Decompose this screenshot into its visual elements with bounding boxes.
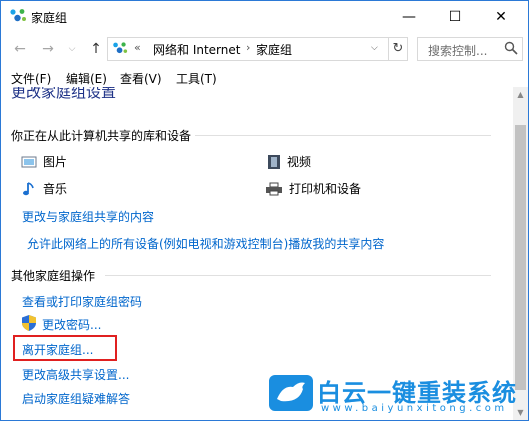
bird-logo-icon <box>269 375 313 411</box>
library-printers-label: 打印机和设备 <box>289 182 362 196</box>
address-dropdown-icon[interactable]: ⌵ <box>371 43 378 53</box>
minimize-icon: — <box>402 9 416 25</box>
maximize-icon: ☐ <box>448 9 462 25</box>
watermark: 白云一键重装系统 www.baiyunxitong.com <box>269 373 517 421</box>
content-pane: 更改家庭组设置 你正在从此计算机共享的库和设备 图片 视频 音乐 打印机和设备 … <box>1 87 513 420</box>
scrollbar-thumb[interactable] <box>515 125 526 390</box>
library-printers: 打印机和设备 <box>265 180 361 197</box>
maximize-button[interactable]: ☐ <box>432 1 478 33</box>
change-shared-content-link[interactable]: 更改与家庭组共享的内容 <box>22 208 154 225</box>
breadcrumb-separator-icon[interactable]: › <box>246 41 250 54</box>
up-arrow-icon[interactable]: ↑ <box>87 40 105 58</box>
scroll-up-icon[interactable]: ▲ <box>513 87 528 102</box>
start-troubleshooter-link[interactable]: 启动家庭组疑难解答 <box>22 390 130 407</box>
menu-tools[interactable]: 工具(T) <box>176 70 217 87</box>
menu-bar: 文件(F) 编辑(E) 查看(V) 工具(T) <box>1 67 528 87</box>
vertical-scrollbar[interactable]: ▲ ▼ <box>513 87 528 420</box>
homegroup-icon <box>113 42 128 54</box>
search-placeholder: 搜索控制... <box>428 44 488 58</box>
page-title: 更改家庭组设置 <box>11 87 117 101</box>
homegroup-icon <box>10 9 26 22</box>
refresh-button[interactable]: ↻ <box>389 37 408 61</box>
music-note-icon <box>23 181 34 195</box>
minimize-button[interactable]: — <box>386 1 432 33</box>
library-videos-label: 视频 <box>287 155 312 169</box>
window-title: 家庭组 <box>31 11 68 25</box>
navigation-bar: ← → ⌵ ↑ « 网络和 Internet › 家庭组 ⌵ ↻ 搜索控制... <box>1 34 528 64</box>
library-pictures-label: 图片 <box>43 155 68 169</box>
homegroup-window: 家庭组 — ☐ ✕ ← → ⌵ ↑ « 网络和 Internet › 家庭组 ⌵… <box>0 0 529 421</box>
library-videos: 视频 <box>267 153 311 170</box>
search-icon[interactable] <box>504 41 518 55</box>
pictures-icon <box>21 156 37 167</box>
menu-file[interactable]: 文件(F) <box>11 70 51 87</box>
menu-edit[interactable]: 编辑(E) <box>66 70 107 87</box>
library-music: 音乐 <box>21 180 67 197</box>
address-bar[interactable]: « 网络和 Internet › 家庭组 ⌵ <box>107 37 389 61</box>
highlight-box <box>13 335 117 361</box>
breadcrumb-overflow-icon[interactable]: « <box>134 41 141 54</box>
library-music-label: 音乐 <box>43 182 68 196</box>
other-section-header: 其他家庭组操作 <box>11 269 96 283</box>
view-print-password-link[interactable]: 查看或打印家庭组密码 <box>22 293 142 310</box>
search-box[interactable]: 搜索控制... <box>417 37 523 61</box>
change-advanced-sharing-link[interactable]: 更改高级共享设置... <box>22 366 129 383</box>
allow-devices-stream-link[interactable]: 允许此网络上的所有设备(例如电视和游戏控制台)播放我的共享内容 <box>27 235 384 252</box>
printer-icon <box>266 182 282 195</box>
uac-shield-icon <box>22 315 36 331</box>
close-icon: ✕ <box>495 9 507 25</box>
change-password-link[interactable]: 更改密码... <box>42 316 101 333</box>
breadcrumb-homegroup[interactable]: 家庭组 <box>256 41 292 58</box>
shared-section-header: 你正在从此计算机共享的库和设备 <box>11 129 192 143</box>
refresh-icon: ↻ <box>392 41 404 56</box>
section-divider <box>195 135 491 136</box>
library-pictures: 图片 <box>21 153 67 170</box>
watermark-url: www.baiyunxitong.com <box>321 403 508 414</box>
title-bar: 家庭组 — ☐ ✕ <box>1 1 528 33</box>
close-button[interactable]: ✕ <box>478 1 524 33</box>
forward-arrow-icon[interactable]: → <box>39 40 57 58</box>
videos-icon <box>268 154 280 169</box>
breadcrumb-network-internet[interactable]: 网络和 Internet <box>153 41 240 58</box>
section-divider <box>105 275 491 276</box>
menu-view[interactable]: 查看(V) <box>120 70 162 87</box>
recent-locations-chevron-icon[interactable]: ⌵ <box>63 40 81 58</box>
back-arrow-icon[interactable]: ← <box>11 40 29 58</box>
